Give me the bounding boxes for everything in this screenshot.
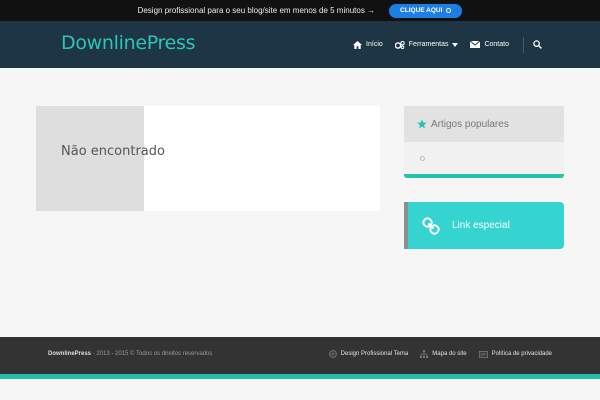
nav-item-inicio[interactable]: Início: [353, 40, 383, 49]
footer-link-privacy[interactable]: Política de privacidade: [478, 350, 552, 358]
footer-link-label: Mapa do site: [432, 351, 467, 357]
widget-header: Artigos populares: [404, 106, 564, 142]
star-icon: [417, 119, 427, 129]
caret-down-icon: [452, 42, 459, 47]
nav-divider: [523, 36, 524, 53]
sitemap-icon: [420, 350, 429, 358]
not-found-card: Não encontrado: [36, 106, 380, 211]
widget-body: [404, 142, 564, 174]
copyright-text: DownlinePress · 2013 - 2015 © Todos os d…: [48, 351, 212, 357]
widget-accent-bar: [404, 174, 564, 178]
promo-cta-button[interactable]: CLIQUE AQUI: [389, 3, 463, 18]
envelope-icon: [470, 41, 481, 48]
widget-title: Artigos populares: [431, 118, 509, 130]
special-link-button[interactable]: Link especial: [404, 202, 564, 249]
bullet-icon: [420, 156, 425, 161]
main-nav: Início Ferramentas Contato: [341, 21, 542, 68]
home-icon: [353, 40, 363, 49]
nav-item-ferramentas[interactable]: Ferramentas: [394, 40, 459, 49]
nav-label-inicio: Início: [366, 41, 383, 48]
page-bottom: [0, 379, 600, 400]
promo-cta-label: CLIQUE AQUI: [400, 6, 443, 14]
nav-label-ferramentas: Ferramentas: [408, 41, 449, 48]
site-header: DownlinePress Início Ferramentas Contato: [0, 21, 600, 68]
footer-link-label: Design Profissional Tema: [340, 351, 409, 357]
document-icon: [478, 350, 488, 358]
footer-link-design[interactable]: Design Profissional Tema: [328, 350, 409, 358]
footer-link-label: Política de privacidade: [491, 351, 552, 357]
chain-link-icon: [422, 216, 440, 235]
popular-posts-widget: Artigos populares: [404, 106, 564, 178]
nav-label-contato: Contato: [484, 41, 509, 48]
copyright-line: · 2013 - 2015 © Todos os direitos reserv…: [91, 351, 213, 357]
page-title: Não encontrado: [61, 144, 165, 159]
globe-icon: [328, 350, 337, 358]
nav-item-contato[interactable]: Contato: [470, 41, 509, 48]
search-icon: [533, 40, 542, 49]
footer-links: Design Profissional Tema Mapa do site Po…: [317, 350, 552, 358]
footer-brand[interactable]: DownlinePress: [48, 351, 91, 357]
footer-link-sitemap[interactable]: Mapa do site: [420, 350, 467, 358]
gears-icon: [394, 40, 405, 49]
special-link-label: Link especial: [452, 220, 510, 231]
search-toggle[interactable]: [533, 40, 542, 49]
site-logo[interactable]: DownlinePress: [61, 32, 196, 54]
site-footer: DownlinePress · 2013 - 2015 © Todos os d…: [0, 337, 600, 374]
promo-text: Design profissional para o seu blog/site…: [137, 6, 376, 15]
promo-bar: Design profissional para o seu blog/site…: [0, 0, 600, 21]
circle-icon: [446, 8, 452, 13]
